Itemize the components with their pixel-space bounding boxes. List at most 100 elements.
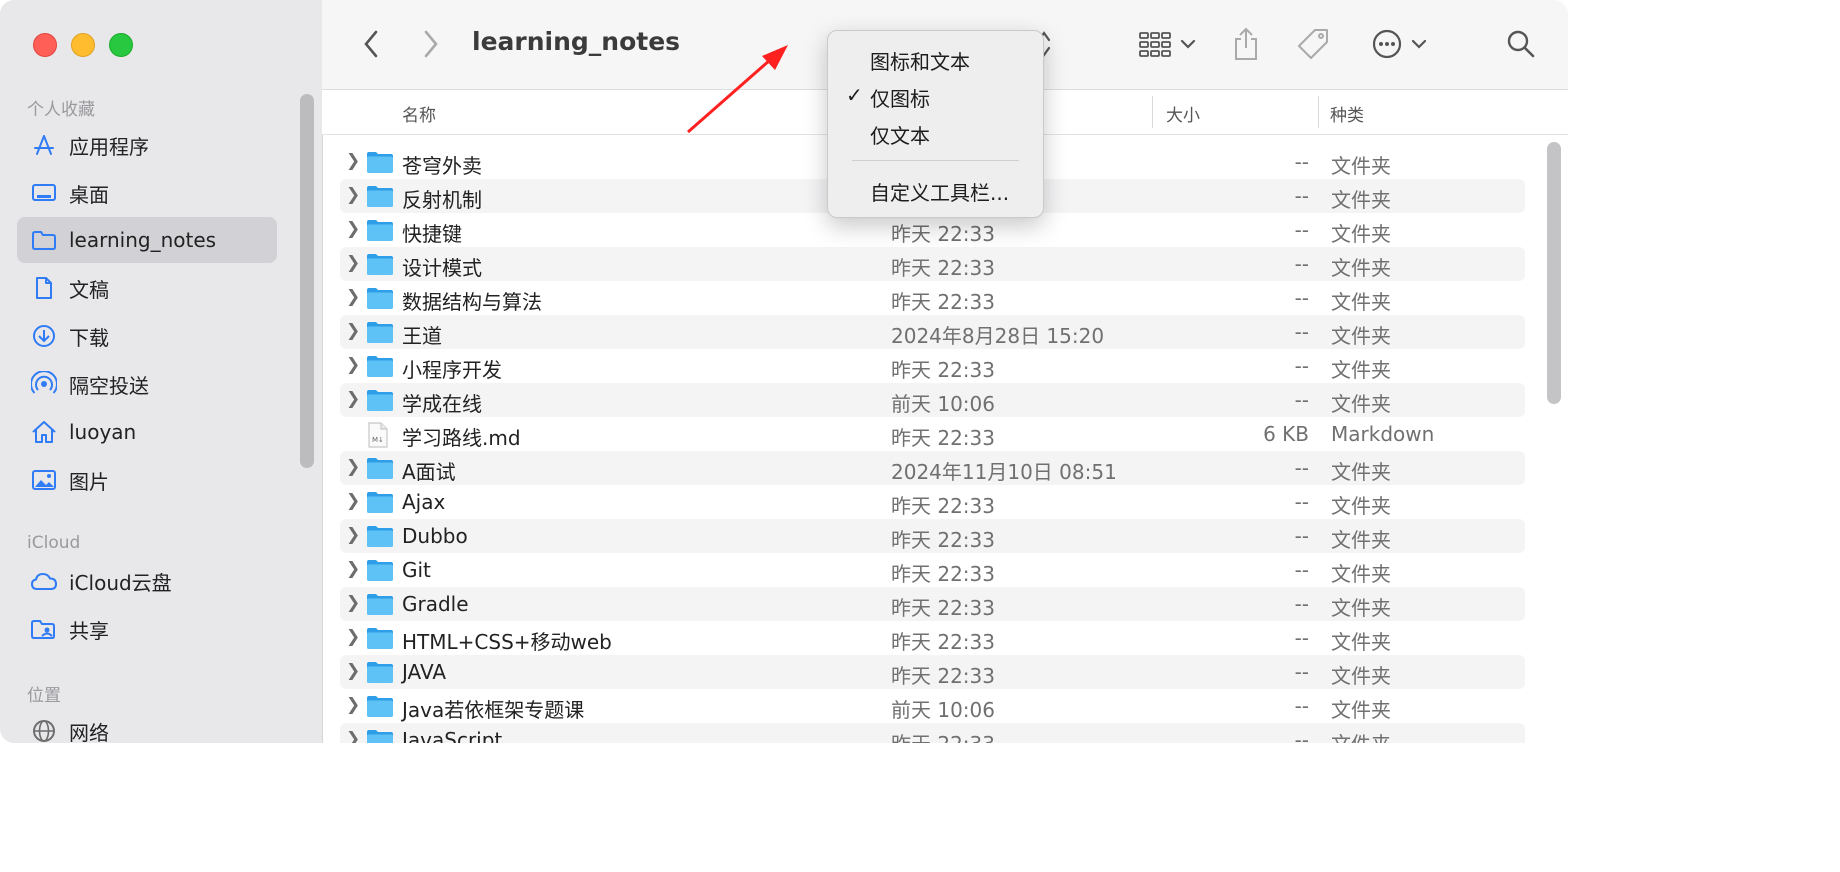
disclosure-chevron-icon[interactable]: ❯ [346,253,360,273]
menu-item-text-only[interactable]: 仅文本 [870,120,930,149]
file-size: -- [1294,252,1309,276]
forward-button[interactable] [416,26,446,62]
file-row[interactable]: ❯ JAVA 昨天 22:33 -- 文件夹 [340,655,1525,689]
file-date: 昨天 22:33 [891,664,995,688]
svg-text:M↓: M↓ [372,436,384,444]
file-kind: 文件夹 [1331,596,1391,620]
column-kind-header[interactable]: 种类 [1330,101,1364,126]
file-name: Gradle [402,592,469,616]
disclosure-chevron-icon[interactable]: ❯ [346,559,360,579]
column-divider[interactable] [1152,96,1153,128]
file-row[interactable]: M↓ 学习路线.md 昨天 22:33 6 KB Markdown [340,417,1525,451]
sidebar-item-network[interactable]: 网络 [17,708,277,743]
file-size: -- [1294,660,1309,684]
file-kind: 文件夹 [1331,154,1391,178]
disclosure-chevron-icon[interactable]: ❯ [346,627,360,647]
disclosure-chevron-icon[interactable]: ❯ [346,695,360,715]
disclosure-chevron-icon[interactable]: ❯ [346,491,360,511]
tag-button[interactable] [1294,24,1332,64]
file-size: -- [1294,150,1309,174]
sidebar-scrollbar[interactable] [300,94,314,468]
column-size-header[interactable]: 大小 [1166,101,1200,126]
folder-icon [366,490,394,519]
sidebar-item-shared[interactable]: 共享 [17,606,277,652]
file-date: 昨天 22:33 [891,256,995,280]
file-kind: 文件夹 [1331,460,1391,484]
menu-separator [852,160,1019,161]
sidebar-item-documents[interactable]: 文稿 [17,265,277,311]
menu-item-customize-toolbar[interactable]: 自定义工具栏... [870,177,1009,206]
file-row[interactable]: ❯ A面试 2024年11月10日 08:51 -- 文件夹 [340,451,1525,485]
disclosure-chevron-icon[interactable]: ❯ [346,729,360,743]
file-row[interactable]: ❯ Ajax 昨天 22:33 -- 文件夹 [340,485,1525,519]
file-row[interactable]: ❯ JavaScript 昨天 22:33 -- 文件夹 [340,723,1525,743]
toolbar-display-menu: 图标和文本 ✓ 仅图标 仅文本 自定义工具栏... [827,30,1044,218]
sidebar-item-airdrop[interactable]: 隔空投送 [17,361,277,407]
more-actions-button[interactable] [1368,26,1430,62]
tag-icon [1298,29,1328,59]
folder-icon [366,184,394,213]
zoom-window-button[interactable] [109,33,133,57]
column-divider[interactable] [1318,96,1319,128]
folder-icon [366,388,394,417]
file-row[interactable]: ❯ Dubbo 昨天 22:33 -- 文件夹 [340,519,1525,553]
file-kind: 文件夹 [1331,630,1391,654]
window-controls [33,33,133,57]
checkmark-icon: ✓ [846,83,863,107]
file-name: Ajax [402,490,446,514]
sidebar-item-learning-notes[interactable]: learning_notes [17,217,277,263]
file-row[interactable]: ❯ Git 昨天 22:33 -- 文件夹 [340,553,1525,587]
back-button[interactable] [356,26,386,62]
disclosure-chevron-icon[interactable]: ❯ [346,355,360,375]
sidebar-item-desktop[interactable]: 桌面 [17,170,277,216]
file-date: 2024年8月28日 15:20 [891,324,1105,348]
close-window-button[interactable] [33,33,57,57]
disclosure-chevron-icon[interactable]: ❯ [346,525,360,545]
desktop-icon [29,182,59,204]
file-row[interactable]: ❯ Gradle 昨天 22:33 -- 文件夹 [340,587,1525,621]
disclosure-chevron-icon[interactable]: ❯ [346,321,360,341]
file-kind: 文件夹 [1331,358,1391,382]
sidebar-item-downloads[interactable]: 下载 [17,313,277,359]
disclosure-chevron-icon[interactable]: ❯ [346,287,360,307]
sidebar: 个人收藏 应用程序 桌面 learning_notes 文稿 下载 隔空投送 l… [0,0,323,743]
file-row[interactable]: ❯ 小程序开发 昨天 22:33 -- 文件夹 [340,349,1525,383]
disclosure-chevron-icon[interactable]: ❯ [346,219,360,239]
sidebar-section-icloud: iCloud [27,533,81,553]
sidebar-item-home[interactable]: luoyan [17,409,277,455]
sidebar-item-pictures[interactable]: 图片 [17,457,277,503]
file-row[interactable]: ❯ 数据结构与算法 昨天 22:33 -- 文件夹 [340,281,1525,315]
file-row[interactable]: ❯ Java若依框架专题课 前天 10:06 -- 文件夹 [340,689,1525,723]
share-button[interactable] [1230,24,1262,64]
file-date: 昨天 22:33 [891,426,995,450]
disclosure-chevron-icon[interactable]: ❯ [346,593,360,613]
file-name: 学习路线.md [402,426,521,450]
disclosure-chevron-icon[interactable]: ❯ [346,151,360,171]
file-list-scrollbar[interactable] [1547,142,1561,404]
file-row[interactable]: ❯ 快捷键 昨天 22:33 -- 文件夹 [340,213,1525,247]
disclosure-chevron-icon[interactable]: ❯ [346,389,360,409]
sidebar-item-applications[interactable]: 应用程序 [17,122,277,168]
folder-icon [366,558,394,587]
file-row[interactable]: ❯ 设计模式 昨天 22:33 -- 文件夹 [340,247,1525,281]
menu-item-icon-and-text[interactable]: 图标和文本 [870,46,970,75]
file-date: 昨天 22:33 [891,728,995,743]
disclosure-chevron-icon[interactable]: ❯ [346,661,360,681]
file-date: 2024年11月10日 08:51 [891,460,1117,484]
file-date: 前天 10:06 [891,698,995,722]
column-name-header[interactable]: 名称 [402,101,436,126]
file-row[interactable]: ❯ 学成在线 前天 10:06 -- 文件夹 [340,383,1525,417]
file-row[interactable]: ❯ 王道 2024年8月28日 15:20 -- 文件夹 [340,315,1525,349]
disclosure-chevron-icon[interactable]: ❯ [346,185,360,205]
view-mode-button[interactable] [1132,26,1202,62]
sidebar-item-icloud-drive[interactable]: iCloud云盘 [17,558,277,604]
file-row[interactable]: ❯ HTML+CSS+移动web 昨天 22:33 -- 文件夹 [340,621,1525,655]
home-icon [29,420,59,444]
search-button[interactable] [1504,26,1538,62]
menu-item-icon-only[interactable]: 仅图标 [870,83,930,112]
minimize-window-button[interactable] [71,33,95,57]
disclosure-chevron-icon[interactable]: ❯ [346,457,360,477]
file-name: 苍穹外卖 [402,154,482,178]
file-name: Git [402,558,431,582]
file-kind: 文件夹 [1331,324,1391,348]
